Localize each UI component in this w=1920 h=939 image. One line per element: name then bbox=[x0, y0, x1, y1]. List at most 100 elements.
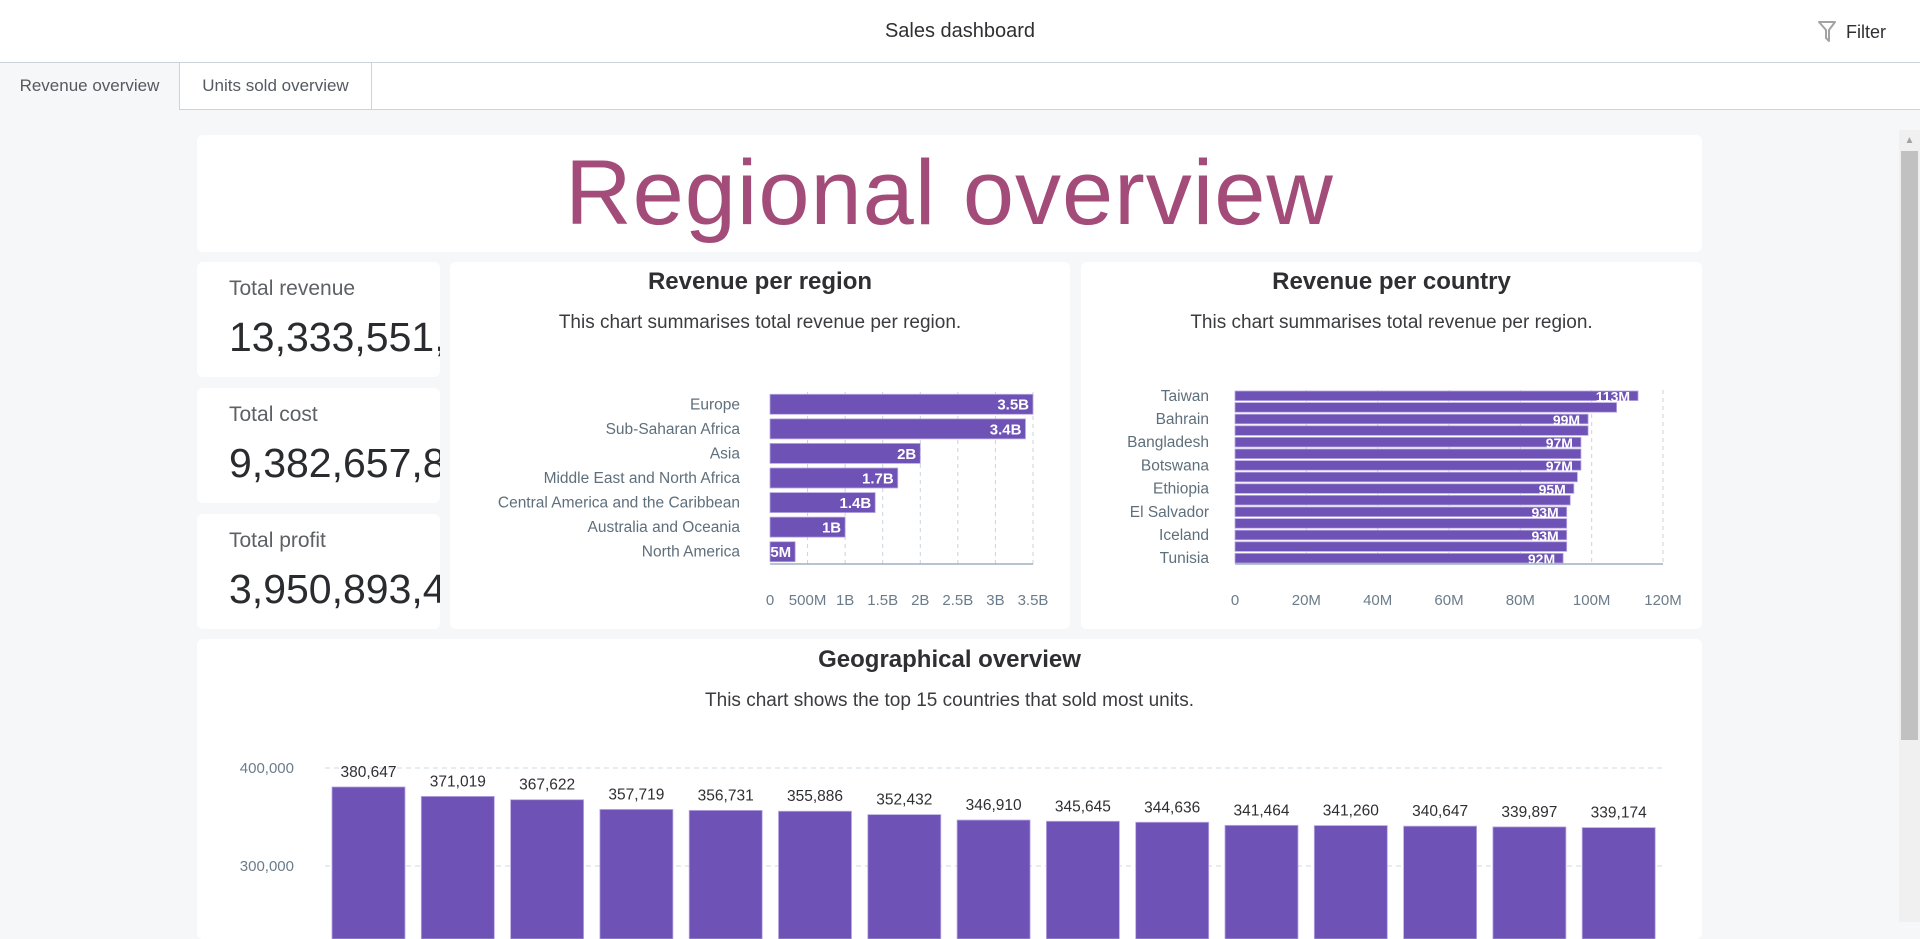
bar bbox=[1046, 820, 1120, 939]
x-tick-label: 2B bbox=[911, 592, 929, 609]
y-tick-label: 300,000 bbox=[240, 858, 294, 875]
bar bbox=[688, 810, 763, 939]
bar bbox=[510, 799, 585, 939]
bar bbox=[1234, 529, 1568, 541]
category-label: North America bbox=[642, 544, 741, 561]
kpi-label: Total cost bbox=[229, 403, 318, 426]
category-label: Australia and Oceania bbox=[587, 519, 740, 536]
bar bbox=[331, 786, 406, 939]
bar bbox=[1234, 552, 1564, 564]
category-label: Middle East and North Africa bbox=[544, 470, 741, 487]
bar bbox=[599, 809, 674, 939]
bar bbox=[1234, 483, 1575, 494]
kpi-total-cost: Total cost 9,382,657,8 bbox=[197, 388, 440, 503]
data-label: 1.4B bbox=[840, 495, 872, 512]
kpi-total-profit: Total profit 3,950,893,4 bbox=[197, 514, 440, 629]
revenue-per-region-chart: 0 500M 1B 1.5B 2B 2.5B 3B 3.5B 3.5B Europe 3.4B Sub… bbox=[498, 392, 1049, 609]
scroll-up-arrow-icon[interactable]: ▲ bbox=[1899, 130, 1920, 150]
x-tick-label: 3B bbox=[986, 592, 1004, 609]
kpi-label: Total profit bbox=[229, 529, 326, 552]
x-tick-label: 40M bbox=[1363, 592, 1392, 609]
vertical-scrollbar[interactable]: ▲ bbox=[1899, 130, 1920, 922]
app-title: Sales dashboard bbox=[884, 20, 1036, 42]
data-label: 93M bbox=[1531, 528, 1558, 544]
bar bbox=[1403, 825, 1477, 939]
data-label: 3.4B bbox=[990, 421, 1022, 438]
kpi-value: 13,333,551,3 bbox=[229, 314, 440, 360]
x-tick-label: 1B bbox=[836, 592, 854, 609]
bar bbox=[1234, 518, 1568, 529]
data-label: 339,174 bbox=[1591, 805, 1647, 822]
data-label: 352,432 bbox=[876, 792, 932, 809]
category-label: Tunisia bbox=[1160, 550, 1210, 567]
x-tick-label: 0 bbox=[766, 592, 774, 609]
data-label: 340,647 bbox=[1412, 803, 1468, 820]
data-label: 5M bbox=[770, 544, 791, 561]
data-label: 367,622 bbox=[519, 777, 575, 794]
bar bbox=[1234, 436, 1582, 448]
x-tick-label: 3.5B bbox=[1018, 592, 1049, 609]
bar bbox=[769, 393, 1034, 415]
bar bbox=[1234, 390, 1639, 402]
data-label: 3.5B bbox=[997, 397, 1029, 414]
bar bbox=[1234, 425, 1589, 436]
category-label: Asia bbox=[710, 445, 741, 462]
kpi-value: 9,382,657,8 bbox=[229, 440, 440, 486]
category-label: Botswana bbox=[1141, 457, 1209, 474]
title-card: Regional overview bbox=[197, 135, 1702, 252]
data-label: 339,897 bbox=[1501, 804, 1557, 821]
category-label: Iceland bbox=[1159, 527, 1209, 544]
category-label: Ethiopia bbox=[1153, 481, 1209, 498]
category-label: Central America and the Caribbean bbox=[498, 495, 740, 512]
data-label: 341,260 bbox=[1323, 803, 1379, 820]
category-label: Taiwan bbox=[1161, 388, 1209, 405]
x-tick-label: 1.5B bbox=[867, 592, 898, 609]
data-label: 2B bbox=[897, 446, 916, 463]
category-label: El Salvador bbox=[1130, 504, 1209, 521]
bar bbox=[1234, 471, 1578, 483]
bar bbox=[1581, 827, 1656, 939]
tab-bar: Revenue overview Units sold overview bbox=[0, 63, 1920, 110]
data-label: 1.7B bbox=[862, 470, 894, 487]
data-label: 356,731 bbox=[698, 787, 754, 804]
x-tick-label: 120M bbox=[1644, 592, 1682, 609]
x-tick-label: 100M bbox=[1573, 592, 1611, 609]
x-tick-label: 60M bbox=[1434, 592, 1463, 609]
bar bbox=[1234, 460, 1582, 471]
page-title: Regional overview bbox=[565, 142, 1334, 244]
data-label: 371,019 bbox=[430, 773, 486, 790]
x-tick-label: 500M bbox=[789, 592, 827, 609]
bar bbox=[420, 796, 495, 939]
filter-button[interactable]: Filter bbox=[1818, 18, 1886, 46]
bar bbox=[1234, 413, 1589, 425]
kpi-label: Total revenue bbox=[229, 277, 356, 300]
app-header: Sales dashboard Filter bbox=[0, 0, 1920, 63]
data-label: 344,636 bbox=[1144, 799, 1200, 816]
scrollbar-thumb[interactable] bbox=[1901, 151, 1918, 740]
funnel-icon bbox=[1818, 21, 1836, 43]
data-label: 357,719 bbox=[608, 786, 664, 803]
revenue-per-region-card: Revenue per region This chart summarises… bbox=[450, 262, 1070, 629]
tab-units-sold-overview[interactable]: Units sold overview bbox=[179, 63, 372, 109]
category-label: Bahrain bbox=[1156, 411, 1209, 428]
bar bbox=[867, 814, 942, 939]
bar bbox=[769, 418, 1026, 440]
data-label: 1B bbox=[822, 520, 841, 537]
data-label: 93M bbox=[1531, 505, 1558, 521]
bar bbox=[778, 810, 852, 939]
data-label: 345,645 bbox=[1055, 798, 1111, 815]
category-label: Sub-Saharan Africa bbox=[606, 421, 741, 438]
category-label: Europe bbox=[690, 396, 740, 413]
x-tick-label: 0 bbox=[1231, 592, 1239, 609]
revenue-per-country-card: Revenue per country This chart summarise… bbox=[1081, 262, 1702, 629]
bar bbox=[956, 819, 1031, 939]
bar bbox=[1135, 821, 1210, 939]
geographical-overview-card: Geographical overview This chart shows t… bbox=[197, 639, 1702, 939]
y-tick-label: 400,000 bbox=[240, 760, 294, 777]
bar bbox=[1492, 826, 1567, 939]
kpi-value: 3,950,893,4 bbox=[229, 566, 440, 612]
data-label: 380,647 bbox=[340, 764, 396, 781]
tab-revenue-overview[interactable]: Revenue overview bbox=[0, 63, 179, 110]
data-label: 341,464 bbox=[1233, 802, 1289, 819]
data-label: 346,910 bbox=[966, 797, 1022, 814]
